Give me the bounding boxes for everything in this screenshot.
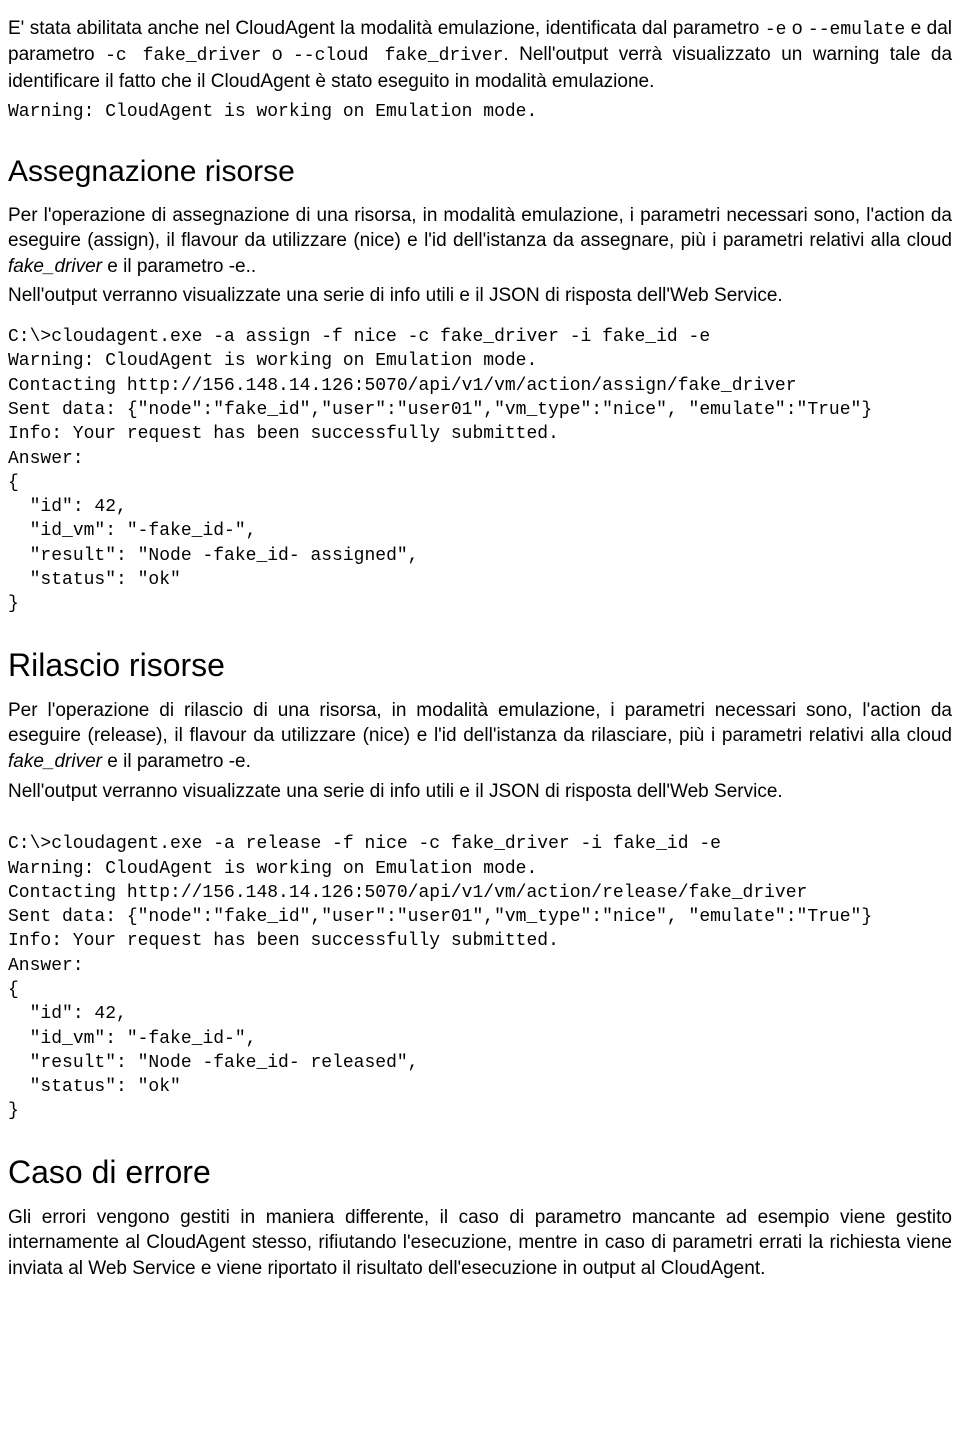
release-paragraph-2: Nell'output verranno visualizzate una se… (8, 779, 952, 805)
intro-code-1: -e (765, 20, 787, 40)
release-text-a: Per l'operazione di rilascio di una riso… (8, 700, 952, 747)
heading-error: Caso di errore (8, 1154, 952, 1191)
intro-code-3: -c fake_driver (105, 46, 261, 66)
heading-assign: Assegnazione risorse (8, 155, 952, 189)
release-paragraph-1: Per l'operazione di rilascio di una riso… (8, 698, 952, 775)
release-code-block: C:\>cloudagent.exe -a release -f nice -c… (8, 832, 952, 1124)
intro-code-4: --cloud fake_driver (293, 46, 503, 66)
release-italic: fake_driver (8, 751, 102, 772)
assign-text-a: Per l'operazione di assegnazione di una … (8, 205, 952, 252)
intro-text-b: o (786, 18, 808, 39)
assign-text-b: e il parametro -e.. (102, 256, 256, 277)
intro-warning-code: Warning: CloudAgent is working on Emulat… (8, 100, 952, 124)
assign-code-block: C:\>cloudagent.exe -a assign -f nice -c … (8, 325, 952, 617)
intro-text-a: E' stata abilitata anche nel CloudAgent … (8, 18, 765, 39)
intro-code-2: --emulate (808, 20, 905, 40)
release-text-b: e il parametro -e. (102, 751, 251, 772)
error-paragraph: Gli errori vengono gestiti in maniera di… (8, 1205, 952, 1282)
intro-paragraph: E' stata abilitata anche nel CloudAgent … (8, 16, 952, 94)
assign-paragraph-2: Nell'output verranno visualizzate una se… (8, 283, 952, 309)
assign-italic: fake_driver (8, 256, 102, 277)
heading-release: Rilascio risorse (8, 647, 952, 684)
document-page: E' stata abilitata anche nel CloudAgent … (0, 0, 960, 1326)
assign-paragraph-1: Per l'operazione di assegnazione di una … (8, 203, 952, 280)
intro-text-d: o (261, 44, 293, 65)
